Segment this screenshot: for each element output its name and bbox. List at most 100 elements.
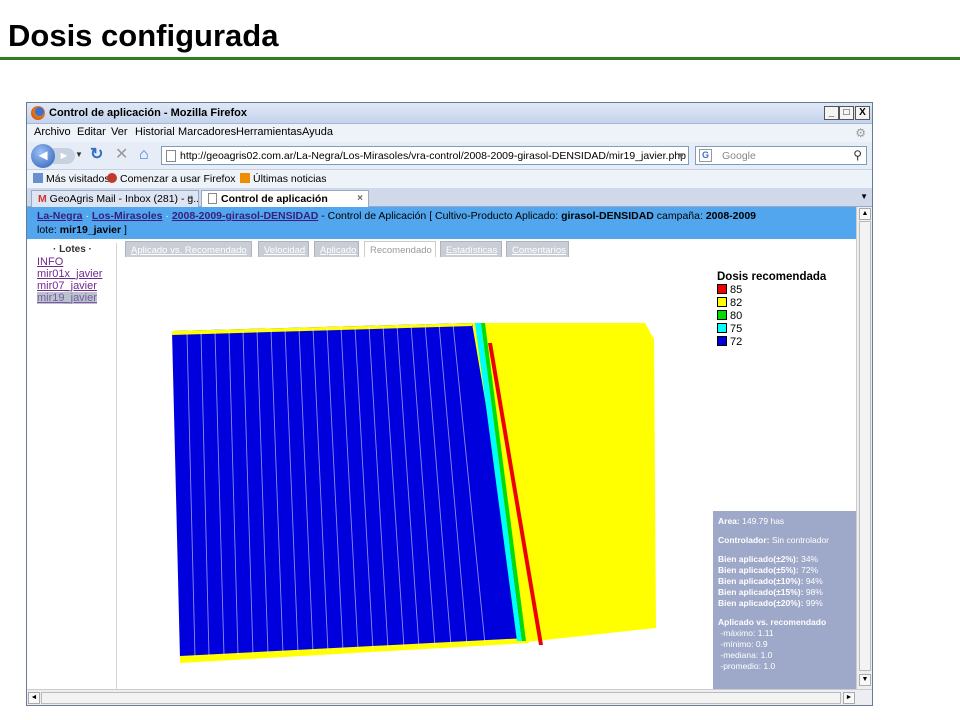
legend-title: Dosis recomendada <box>717 271 827 283</box>
menu-ayuda[interactable]: Ayuda <box>302 126 333 138</box>
breadcrumb-campaign[interactable]: 2008-2009-girasol-DENSIDAD <box>172 210 318 222</box>
firefox-icon <box>31 106 45 120</box>
legend-swatch <box>717 323 727 333</box>
menu-editar[interactable]: Editar <box>77 126 106 138</box>
page-icon <box>166 150 176 162</box>
map-legend: Dosis recomendada 85 82 80 75 72 <box>717 271 826 349</box>
menu-herramientas[interactable]: Herramientas <box>236 126 302 138</box>
scroll-up-icon[interactable]: ▲ <box>859 208 871 220</box>
minimize-button[interactable]: _ <box>824 106 839 120</box>
stop-icon[interactable]: ✕ <box>115 147 128 163</box>
breadcrumb-la-negra[interactable]: La-Negra <box>37 210 83 222</box>
stat-controller: Controlador: Sin controlador <box>718 535 830 545</box>
firefox-bookmark-icon <box>107 173 117 183</box>
stat-promedio: -promedio: 1.0 <box>720 661 776 671</box>
lote-value: mir19_javier <box>59 224 122 236</box>
browser-tab-mail[interactable]: M GeoAgris Mail - Inbox (281) - g... × <box>31 190 199 207</box>
title-rule <box>0 57 960 60</box>
vertical-scrollbar[interactable]: ▲ ▼ <box>856 207 872 689</box>
menu-archivo[interactable]: Archivo <box>34 126 71 138</box>
scroll-left-icon[interactable]: ◄ <box>28 692 40 704</box>
history-dropdown-icon[interactable]: ▼ <box>75 150 83 159</box>
product-name: girasol-DENSIDAD <box>561 210 654 222</box>
scroll-down-icon[interactable]: ▼ <box>859 674 871 686</box>
legend-item-82: 82 <box>717 297 826 310</box>
forward-button[interactable]: ► <box>53 148 75 164</box>
horizontal-scroll-thumb[interactable] <box>41 692 841 704</box>
back-button[interactable]: ◄ <box>31 144 55 168</box>
lote-mir01x-javier[interactable]: mir01x_javier <box>37 268 102 280</box>
legend-item-80: 80 <box>717 310 826 323</box>
activity-icon: ⚙ <box>855 126 866 140</box>
tab-aplicado-vs-recomendado[interactable]: Aplicado vs. Recomendado <box>125 241 252 257</box>
url-dropdown-icon[interactable]: ▾ <box>678 149 684 162</box>
menu-ver[interactable]: Ver <box>111 126 128 138</box>
legend-item-75: 75 <box>717 323 826 336</box>
lote-mir07-javier[interactable]: mir07_javier <box>37 280 97 292</box>
search-input[interactable]: G Google ⚲ <box>695 146 867 165</box>
slide-title: Dosis configurada <box>8 18 279 53</box>
lotes-heading: · Lotes · <box>53 244 92 255</box>
stats-panel: Area: 149.79 has Controlador: Sin contro… <box>713 511 856 689</box>
stat-bien-20: Bien aplicado(±20%): 99% <box>718 598 823 608</box>
legend-swatch <box>717 310 727 320</box>
dose-map <box>172 323 656 663</box>
bookmark-mas-visitados[interactable]: Más visitados <box>33 173 110 185</box>
stat-minimo: -mínimo: 0.9 <box>720 639 768 649</box>
reload-icon[interactable]: ↻ <box>90 147 103 163</box>
menu-bar: Archivo Editar Ver Historial Marcadores … <box>27 124 872 142</box>
google-icon[interactable]: G <box>699 149 712 162</box>
slide: Dosis configurada Control de aplicación … <box>0 0 960 720</box>
bookmark-icon <box>33 173 43 183</box>
url-bar[interactable]: http://geoagris02.com.ar/La-Negra/Los-Mi… <box>161 146 689 165</box>
tab-comentarios[interactable]: Comentarios <box>506 241 569 257</box>
legend-swatch <box>717 297 727 307</box>
tab-estadisticas[interactable]: Estadísticas <box>440 241 502 257</box>
gmail-icon: M <box>38 193 50 205</box>
window-titlebar[interactable]: Control de aplicación - Mozilla Firefox … <box>27 103 872 124</box>
stat-bien-10: Bien aplicado(±10%): 94% <box>718 576 823 586</box>
close-tab-icon[interactable]: × <box>357 193 363 204</box>
url-text: http://geoagris02.com.ar/La-Negra/Los-Mi… <box>180 150 686 162</box>
bookmarks-toolbar: Más visitados Comenzar a usar Firefox Úl… <box>27 170 872 188</box>
lote-mir19-javier[interactable]: mir19_javier <box>37 292 97 304</box>
vertical-scroll-thumb[interactable] <box>859 221 871 671</box>
sidebar-divider <box>116 243 117 689</box>
tab-recomendado[interactable]: Recomendado <box>364 241 436 257</box>
map-zone-72 <box>172 323 529 659</box>
stat-bien-15: Bien aplicado(±15%): 98% <box>718 587 823 597</box>
legend-swatch <box>717 336 727 346</box>
breadcrumb-los-mirasoles[interactable]: Los-Mirasoles <box>92 210 163 222</box>
close-window-button[interactable]: X <box>855 106 870 120</box>
menu-historial[interactable]: Historial <box>135 126 175 138</box>
horizontal-scrollbar[interactable]: ◄ ► <box>27 689 872 705</box>
browser-tab-control[interactable]: Control de aplicación × <box>201 190 369 207</box>
menu-marcadores[interactable]: Marcadores <box>178 126 236 138</box>
tabs-list-icon[interactable]: ▼ <box>860 192 868 201</box>
tab-aplicado[interactable]: Aplicado <box>314 241 359 257</box>
legend-swatch <box>717 284 727 294</box>
legend-item-72: 72 <box>717 336 826 349</box>
maximize-button[interactable]: □ <box>839 106 854 120</box>
stat-maximo: -máximo: 1.11 <box>720 628 774 638</box>
stat-ratio-title: Aplicado vs. recomendado <box>718 617 827 627</box>
stat-bien-2: Bien aplicado(±2%): 34% <box>718 554 819 564</box>
stat-mediana: -mediana: 1.0 <box>720 650 773 660</box>
page-icon <box>208 193 217 204</box>
window-title: Control de aplicación - Mozilla Firefox <box>49 107 248 119</box>
tab-velocidad[interactable]: Velocidad <box>258 241 309 257</box>
search-icon[interactable]: ⚲ <box>853 148 862 162</box>
rss-icon <box>240 173 250 183</box>
scroll-right-icon[interactable]: ► <box>843 692 855 704</box>
browser-window: Control de aplicación - Mozilla Firefox … <box>26 102 873 706</box>
bookmark-ultimas-noticias[interactable]: Últimas noticias <box>240 173 327 185</box>
bookmark-comenzar[interactable]: Comenzar a usar Firefox <box>107 173 236 185</box>
breadcrumb: La-Negra · Los-Mirasoles · 2008-2009-gir… <box>27 207 856 239</box>
lote-info[interactable]: INFO <box>37 256 63 268</box>
navigation-toolbar: ► ◄ ▼ ↻ ✕ ⌂ http://geoagris02.com.ar/La-… <box>27 142 872 170</box>
campaign-value: 2008-2009 <box>705 210 757 222</box>
home-icon[interactable]: ⌂ <box>139 147 149 163</box>
page-content: La-Negra · Los-Mirasoles · 2008-2009-gir… <box>27 207 856 689</box>
browser-tab-strip: M GeoAgris Mail - Inbox (281) - g... × C… <box>27 188 872 207</box>
close-tab-icon[interactable]: × <box>187 193 193 204</box>
